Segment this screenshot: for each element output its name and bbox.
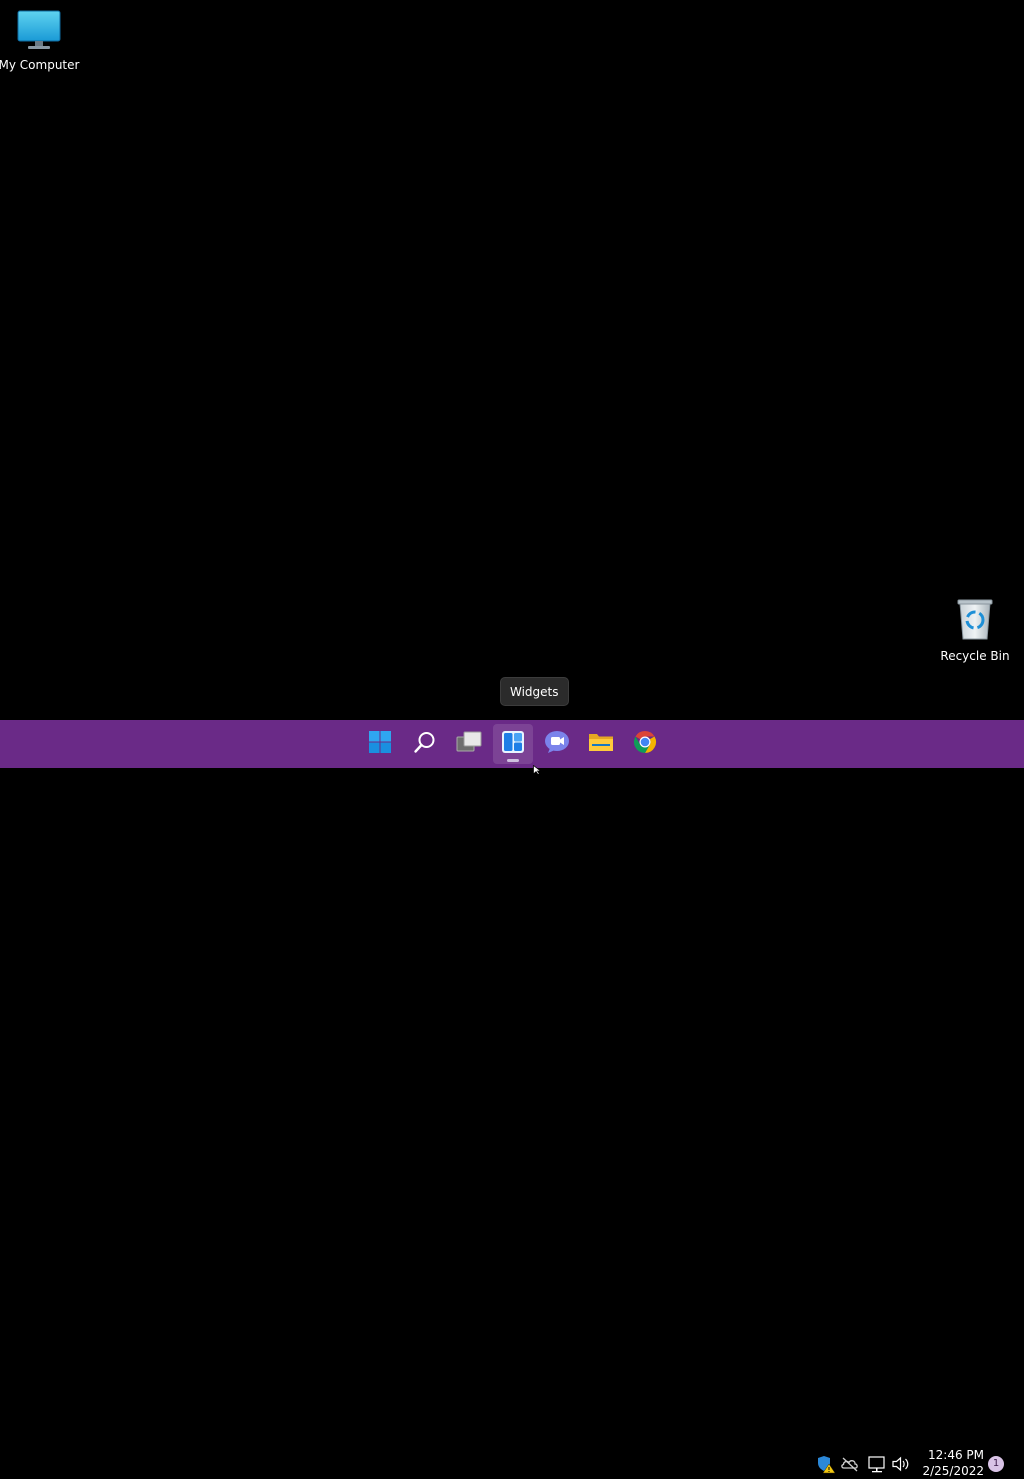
widgets-icon <box>501 730 525 758</box>
taskbar: 12:46 PM 2/25/2022 1 <box>0 720 1024 1478</box>
notification-badge[interactable]: 1 <box>988 1456 1004 1472</box>
recycle-bin-icon <box>955 597 995 645</box>
widgets-button[interactable] <box>493 724 533 764</box>
onedrive-offline-icon[interactable] <box>840 1454 860 1474</box>
clock-date: 2/25/2022 <box>922 1464 984 1478</box>
monitor-icon <box>17 10 61 54</box>
desktop-icon-recycle-bin[interactable]: Recycle Bin <box>935 597 1015 663</box>
task-view-icon <box>456 731 482 757</box>
chrome-button[interactable] <box>625 724 665 764</box>
task-view-button[interactable] <box>449 724 489 764</box>
chrome-icon <box>633 730 657 758</box>
search-icon <box>413 730 437 758</box>
start-button[interactable] <box>360 724 400 764</box>
desktop-icon-label: My Computer <box>0 58 80 72</box>
network-icon[interactable] <box>867 1454 887 1474</box>
desktop-icon-my-computer[interactable]: My Computer <box>0 10 79 72</box>
desktop-icon-label: Recycle Bin <box>940 649 1010 663</box>
chat-icon <box>544 730 570 758</box>
search-button[interactable] <box>405 724 445 764</box>
volume-icon[interactable] <box>891 1454 911 1474</box>
folder-icon <box>588 731 614 757</box>
mouse-cursor-icon <box>533 760 543 779</box>
desktop: My Computer Recycle Bin <box>0 0 1024 720</box>
windows-start-icon <box>368 730 392 758</box>
defender-warning-icon[interactable] <box>816 1454 836 1474</box>
taskbar-clock[interactable]: 12:46 PM 2/25/2022 <box>918 1447 984 1479</box>
file-explorer-button[interactable] <box>581 724 621 764</box>
chat-button[interactable] <box>537 724 577 764</box>
clock-time: 12:46 PM <box>928 1448 984 1462</box>
widgets-tooltip: Widgets <box>500 677 569 706</box>
